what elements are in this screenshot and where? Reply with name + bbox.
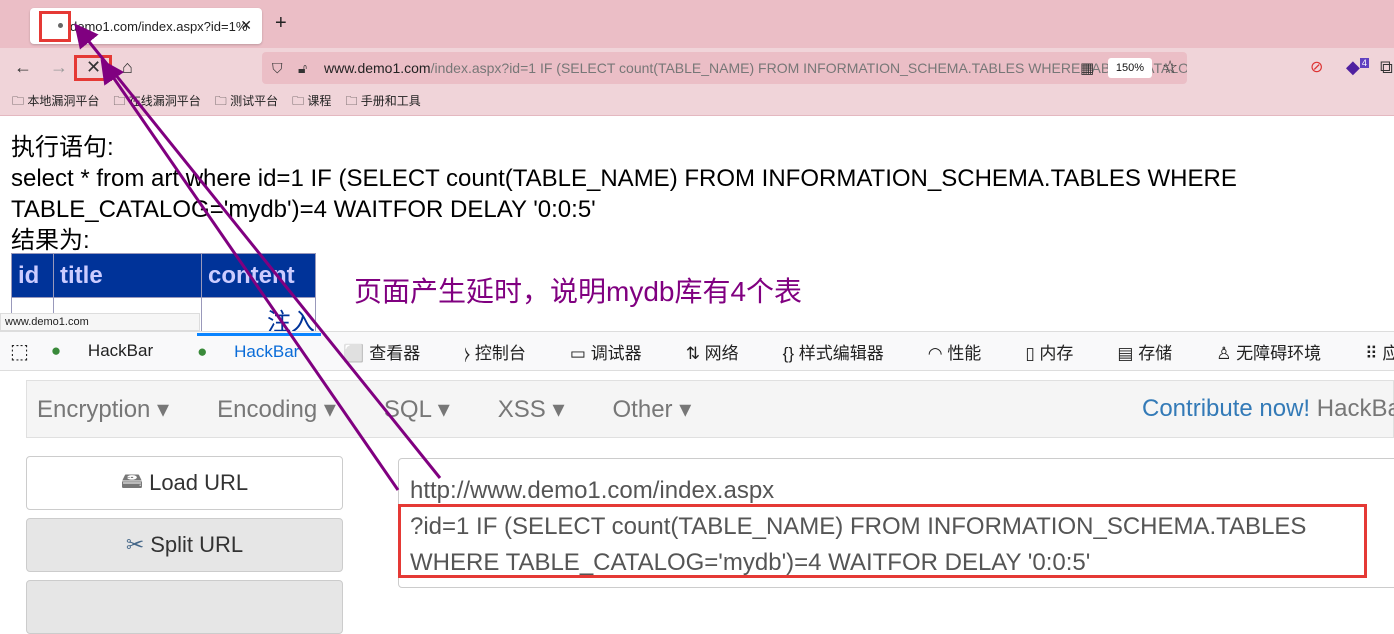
arrow-to-tab <box>74 23 442 479</box>
execute-button[interactable] <box>26 580 343 634</box>
arrow-to-stop <box>100 59 400 491</box>
annotation-arrows <box>74 23 442 491</box>
